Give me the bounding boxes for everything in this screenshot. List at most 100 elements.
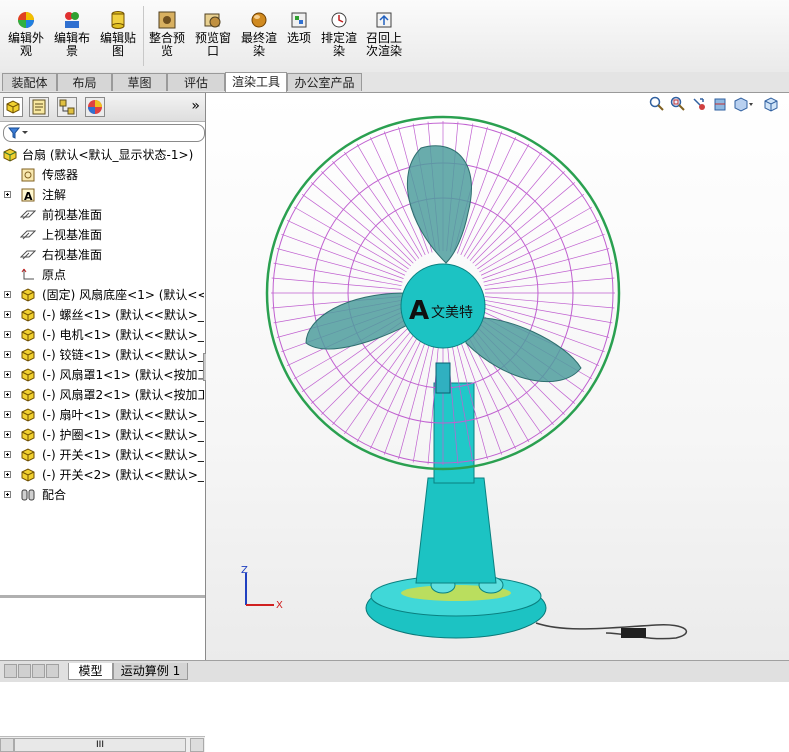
- recall-last-render-label: 召回上 次渲染: [365, 31, 402, 58]
- tree-root-node[interactable]: 台扇 (默认<默认_显示状态-1>): [0, 145, 205, 165]
- feature-manager-icon: [6, 100, 20, 114]
- expand-toggle-icon[interactable]: [4, 311, 11, 318]
- tree-item-label: (固定) 风扇底座<1> (默认<<默: [42, 288, 204, 302]
- options-label: 选项: [286, 31, 311, 45]
- guard-wire: [484, 262, 613, 287]
- expand-toggle-icon[interactable]: [4, 191, 11, 198]
- horizontal-scrollbar[interactable]: III: [0, 736, 205, 752]
- integrated-preview-button[interactable]: 整合预 览: [147, 10, 187, 58]
- expand-toggle-icon[interactable]: [4, 371, 11, 378]
- feature-manager-tab[interactable]: [3, 97, 23, 117]
- previous-tab-button[interactable]: [18, 664, 31, 678]
- tree-item[interactable]: (-) 铰链<1> (默认<<默认>_显: [0, 345, 205, 365]
- tree-item-label: (-) 开关<1> (默认<<默认>_显: [42, 448, 204, 462]
- tree-item[interactable]: (-) 扇叶<1> (默认<<默认>_显: [0, 405, 205, 425]
- expand-toggle-icon[interactable]: [4, 491, 11, 498]
- tree-item-label: (-) 护圈<1> (默认<<默认>_显: [42, 428, 204, 442]
- first-tab-button[interactable]: [4, 664, 17, 678]
- next-tab-button[interactable]: [32, 664, 45, 678]
- expand-toggle-icon[interactable]: [4, 451, 11, 458]
- tab-assembly[interactable]: 装配体: [2, 73, 57, 91]
- power-cord: [535, 622, 688, 640]
- tree-item[interactable]: (固定) 风扇底座<1> (默认<<默: [0, 285, 205, 305]
- configuration-manager-tab[interactable]: [57, 97, 77, 117]
- display-manager-tab[interactable]: [85, 97, 105, 117]
- scroll-right-button[interactable]: [190, 738, 204, 752]
- scroll-left-button[interactable]: [0, 738, 14, 752]
- tree-item[interactable]: 上视基准面: [0, 225, 205, 245]
- integrated-preview-icon: [158, 11, 176, 29]
- part-icon: [21, 408, 35, 422]
- tree-item-label: 注解: [42, 188, 67, 202]
- tab-sketch[interactable]: 草图: [112, 73, 167, 91]
- tree-root-label: 台扇 (默认<默认_显示状态-1>): [22, 148, 194, 162]
- tree-item[interactable]: (-) 风扇罩1<1> (默认<按加工: [0, 365, 205, 385]
- tab-model[interactable]: 模型: [68, 663, 113, 680]
- final-render-button[interactable]: 最终渲 染: [239, 10, 279, 58]
- expand-toggle-icon[interactable]: [4, 331, 11, 338]
- property-manager-tab[interactable]: [29, 97, 49, 117]
- motor-housing: [435, 362, 451, 394]
- plane-icon: [20, 230, 36, 240]
- last-tab-button[interactable]: [46, 664, 59, 678]
- panel-expand-icon[interactable]: »: [191, 98, 200, 114]
- edit-scene-button[interactable]: 编辑布 景: [52, 10, 92, 58]
- coordinate-triad: Z X: [241, 565, 283, 611]
- tree-item[interactable]: (-) 风扇罩2<1> (默认<按加工: [0, 385, 205, 405]
- expand-toggle-icon[interactable]: [4, 391, 11, 398]
- tree-item-label: 右视基准面: [42, 248, 103, 262]
- triad-z-label: Z: [241, 565, 248, 576]
- schedule-render-icon: [331, 12, 347, 28]
- tree-item-label: 上视基准面: [42, 228, 103, 242]
- schedule-render-button[interactable]: 排定渲 染: [319, 10, 359, 58]
- tab-office-products[interactable]: 办公室产品: [287, 73, 362, 91]
- tree-item[interactable]: 原点: [0, 265, 205, 285]
- tree-item-label: (-) 扇叶<1> (默认<<默认>_显: [42, 408, 204, 422]
- edit-appearance-button[interactable]: 编辑外 观: [6, 10, 46, 58]
- part-icon: [21, 368, 35, 382]
- recall-last-render-button[interactable]: 召回上 次渲染: [363, 10, 405, 58]
- tree-item[interactable]: (-) 开关<1> (默认<<默认>_显: [0, 445, 205, 465]
- expand-toggle-icon[interactable]: [4, 471, 11, 478]
- guard-wire: [484, 277, 615, 290]
- bottom-tab-bar: 模型 运动算例 1: [0, 660, 789, 682]
- ribbon-separator: [143, 6, 144, 66]
- filter-icon: [8, 127, 28, 139]
- graphics-area[interactable]: A 文美特 Z X: [206, 93, 789, 660]
- assembly-icon: [3, 148, 17, 162]
- tree-item[interactable]: 前视基准面: [0, 205, 205, 225]
- tree-item[interactable]: (-) 电机<1> (默认<<默认>_显: [0, 325, 205, 345]
- guard-wire: [273, 262, 402, 287]
- power-plug: [621, 628, 646, 638]
- tab-motion-study-1[interactable]: 运动算例 1: [113, 663, 188, 680]
- tab-evaluate[interactable]: 评估: [167, 73, 225, 91]
- edit-scene-icon: [65, 12, 79, 28]
- scroll-thumb[interactable]: III: [14, 738, 186, 752]
- tree-item[interactable]: A 注解: [0, 185, 205, 205]
- tree-item[interactable]: (-) 护圈<1> (默认<<默认>_显: [0, 425, 205, 445]
- fan-blade-3: [465, 316, 582, 383]
- preview-window-button[interactable]: 预览窗 口: [193, 10, 233, 58]
- sensor-icon: [21, 168, 35, 182]
- edit-appearance-label: 编辑外 观: [7, 31, 44, 58]
- options-button[interactable]: 选项: [279, 10, 319, 45]
- tab-render-tools[interactable]: 渲染工具: [225, 72, 287, 92]
- expand-toggle-icon[interactable]: [4, 351, 11, 358]
- panel-divider[interactable]: [0, 595, 205, 598]
- edit-decal-button[interactable]: 编辑贴 图: [98, 10, 138, 58]
- expand-toggle-icon[interactable]: [4, 431, 11, 438]
- expand-toggle-icon[interactable]: [4, 411, 11, 418]
- final-render-icon: [251, 12, 267, 28]
- final-render-label: 最终渲 染: [240, 31, 277, 58]
- tree-item-label: 配合: [42, 488, 67, 502]
- tree-filter-input[interactable]: [3, 124, 205, 142]
- expand-toggle-icon[interactable]: [4, 291, 11, 298]
- tree-item-label: 传感器: [42, 168, 79, 182]
- tree-item[interactable]: 右视基准面: [0, 245, 205, 265]
- tree-item[interactable]: (-) 螺丝<1> (默认<<默认>_显: [0, 305, 205, 325]
- tree-item[interactable]: 传感器: [0, 165, 205, 185]
- tree-item[interactable]: 配合: [0, 485, 205, 505]
- tab-layout[interactable]: 布局: [57, 73, 112, 91]
- part-icon: [21, 348, 35, 362]
- tree-item[interactable]: (-) 开关<2> (默认<<默认>_显: [0, 465, 205, 485]
